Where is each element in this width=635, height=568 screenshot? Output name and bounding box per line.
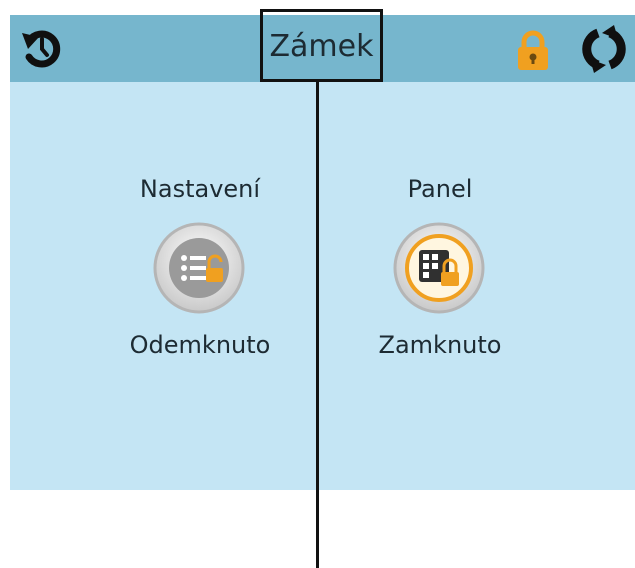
title-highlight-box	[260, 9, 383, 82]
settings-unlocked-icon[interactable]	[151, 220, 247, 316]
annotation-pointer-line	[316, 82, 319, 568]
back-rotate-icon[interactable]	[20, 27, 64, 71]
screen: Zámek Nastavení Odemknuto Panel Zamknuto	[10, 9, 635, 490]
panel-locked-icon[interactable]	[391, 220, 487, 316]
panel-status: Zamknuto	[378, 331, 502, 359]
settings-label: Nastavení	[139, 175, 261, 203]
refresh-icon[interactable]	[576, 25, 632, 73]
padlock-icon	[518, 30, 548, 70]
settings-status: Odemknuto	[129, 331, 271, 359]
panel-label: Panel	[407, 175, 473, 203]
